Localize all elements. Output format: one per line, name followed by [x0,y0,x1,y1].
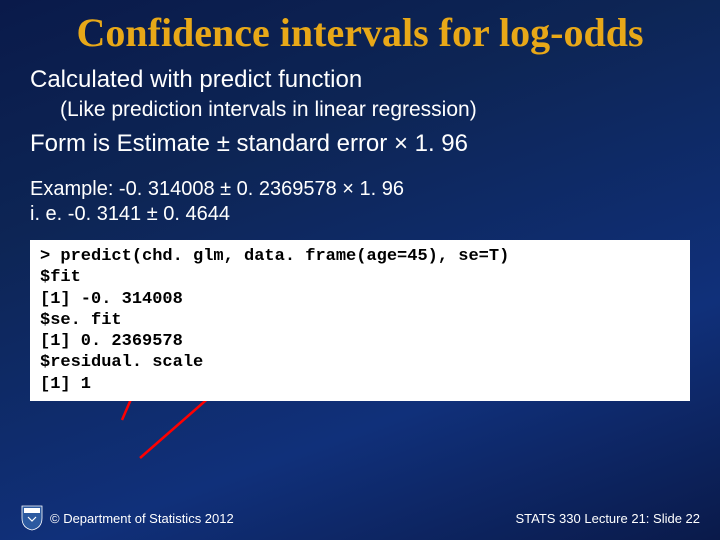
code-line: $residual. scale [40,352,680,373]
code-line: [1] -0. 314008 [40,289,680,310]
footer: © Department of Statistics 2012 STATS 33… [0,504,720,532]
code-line: $se. fit [40,310,680,331]
text-example-2: i. e. -0. 3141 ± 0. 4644 [0,203,720,236]
text-calculated: Calculated with predict function [0,60,720,96]
copyright-text: © Department of Statistics 2012 [50,511,234,526]
code-line: $fit [40,267,680,288]
text-like-prediction: (Like prediction intervals in linear reg… [0,96,720,128]
text-example-1: Example: -0. 314008 ± 0. 2369578 × 1. 96 [0,172,720,203]
code-output-box: > predict(chd. glm, data. frame(age=45),… [30,240,690,401]
university-crest-icon [20,504,44,532]
code-line: > predict(chd. glm, data. frame(age=45),… [40,246,680,267]
slide-title: Confidence intervals for log-odds [0,0,720,60]
code-line: [1] 0. 2369578 [40,331,680,352]
text-form: Form is Estimate ± standard error × 1. 9… [0,128,720,172]
code-line: [1] 1 [40,374,680,395]
slide-number: STATS 330 Lecture 21: Slide 22 [515,511,700,526]
